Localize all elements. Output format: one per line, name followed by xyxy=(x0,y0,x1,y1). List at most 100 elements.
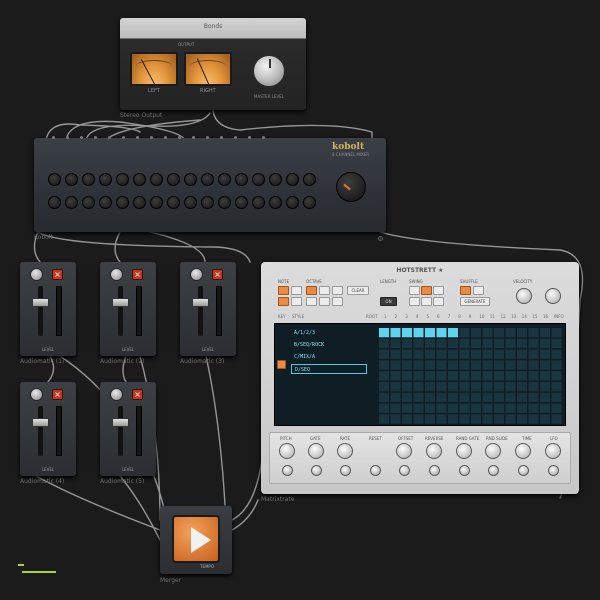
step-cell[interactable] xyxy=(413,382,424,392)
step-cell[interactable] xyxy=(540,414,550,424)
step-cell[interactable] xyxy=(517,382,527,392)
power-icon[interactable]: × xyxy=(52,269,63,280)
clear-button[interactable]: CLEAR xyxy=(347,286,369,295)
step-cell[interactable] xyxy=(413,392,424,403)
pitch-mod-knob[interactable] xyxy=(282,465,293,476)
step-cell-active[interactable] xyxy=(413,328,424,338)
step-cell[interactable] xyxy=(482,414,493,424)
step-cell[interactable] xyxy=(459,349,470,359)
step-cell[interactable] xyxy=(528,392,539,403)
step-cell[interactable] xyxy=(528,360,539,370)
step-cell[interactable] xyxy=(436,349,447,359)
step-cell[interactable] xyxy=(436,338,447,349)
step-cell[interactable] xyxy=(540,360,550,370)
step-cell[interactable] xyxy=(505,382,516,392)
step-cell[interactable] xyxy=(390,371,401,381)
step-cell[interactable] xyxy=(459,338,470,349)
lfo-mod-knob[interactable] xyxy=(548,465,559,476)
step-cell[interactable] xyxy=(494,392,504,403)
rand-gate-mod-knob[interactable] xyxy=(459,465,470,476)
step-cell[interactable] xyxy=(402,371,412,381)
step-cell[interactable] xyxy=(505,414,516,424)
step-cell[interactable] xyxy=(402,360,412,370)
step-cell[interactable] xyxy=(448,403,458,413)
step-cell[interactable] xyxy=(482,360,493,370)
step-cell[interactable] xyxy=(448,392,458,403)
step-cell[interactable] xyxy=(390,360,401,370)
power-icon[interactable]: × xyxy=(212,269,223,280)
gain-knob[interactable] xyxy=(30,268,43,281)
step-cell[interactable] xyxy=(379,392,389,403)
step-cell[interactable] xyxy=(494,338,504,349)
step-cell[interactable] xyxy=(517,328,527,338)
level-fader[interactable] xyxy=(192,298,209,307)
step-cell[interactable] xyxy=(494,382,504,392)
mixer-master-knob[interactable] xyxy=(336,172,366,202)
step-cell[interactable] xyxy=(528,349,539,359)
step-cell[interactable] xyxy=(505,403,516,413)
step-cell[interactable] xyxy=(459,371,470,381)
step-cell-active[interactable] xyxy=(379,328,389,338)
step-cell[interactable] xyxy=(528,382,539,392)
step-cell[interactable] xyxy=(494,414,504,424)
step-cell[interactable] xyxy=(551,382,562,392)
stereo-output-device[interactable]: Bonds OUTPUT LEFT RIGHT MASTER LEVEL xyxy=(120,18,306,110)
offset-knob[interactable] xyxy=(396,443,412,459)
step-cell[interactable] xyxy=(528,414,539,424)
step-cell[interactable] xyxy=(551,371,562,381)
level-knob[interactable] xyxy=(545,288,561,304)
step-cell[interactable] xyxy=(528,328,539,338)
shuffle-button-1[interactable] xyxy=(460,286,471,295)
step-cell[interactable] xyxy=(379,403,389,413)
step-cell[interactable] xyxy=(436,360,447,370)
step-cell[interactable] xyxy=(540,403,550,413)
pitch-knob[interactable] xyxy=(279,443,295,459)
note-button-4[interactable] xyxy=(291,297,302,306)
gain-knob[interactable] xyxy=(110,268,123,281)
step-cell[interactable] xyxy=(459,414,470,424)
kobolt-close-icon[interactable] xyxy=(378,236,383,241)
octave-button-5[interactable] xyxy=(319,297,330,306)
step-cell[interactable] xyxy=(471,392,481,403)
step-cell[interactable] xyxy=(448,414,458,424)
gate-mod-knob[interactable] xyxy=(311,465,322,476)
shuffle-button-2[interactable] xyxy=(473,286,484,295)
step-cell[interactable] xyxy=(551,338,562,349)
step-cell[interactable] xyxy=(517,403,527,413)
swing-button-6[interactable] xyxy=(433,297,444,306)
step-cell[interactable] xyxy=(517,392,527,403)
step-cell-active[interactable] xyxy=(425,328,435,338)
step-cell[interactable] xyxy=(459,382,470,392)
generate-button[interactable]: GENERATE xyxy=(460,297,490,306)
step-cell[interactable] xyxy=(402,382,412,392)
pattern-item[interactable]: C/MIX/A xyxy=(291,352,367,362)
note-button-3[interactable] xyxy=(278,297,289,306)
lfo-knob[interactable] xyxy=(545,443,561,459)
step-cell[interactable] xyxy=(436,382,447,392)
power-icon[interactable]: × xyxy=(132,269,143,280)
audiomatic-5[interactable]: × LEVEL xyxy=(100,382,156,476)
step-cell[interactable] xyxy=(413,403,424,413)
rand-gate-knob[interactable] xyxy=(456,443,472,459)
step-cell[interactable] xyxy=(482,382,493,392)
step-cell[interactable] xyxy=(505,338,516,349)
step-cell[interactable] xyxy=(436,371,447,381)
step-cell[interactable] xyxy=(517,414,527,424)
step-cell[interactable] xyxy=(436,403,447,413)
step-cell[interactable] xyxy=(379,414,389,424)
kobolt-mixer[interactable]: kobolt 8 CHANNEL MIXER xyxy=(34,136,386,232)
step-cell[interactable] xyxy=(413,360,424,370)
swing-button-1[interactable] xyxy=(409,286,420,295)
gain-knob[interactable] xyxy=(110,388,123,401)
step-cell[interactable] xyxy=(459,328,470,338)
step-cell[interactable] xyxy=(551,328,562,338)
play-button[interactable] xyxy=(172,515,220,563)
step-cell[interactable] xyxy=(413,371,424,381)
merger-device[interactable]: TEMPO xyxy=(160,506,232,574)
step-cell[interactable] xyxy=(425,371,435,381)
step-cell[interactable] xyxy=(482,371,493,381)
level-fader[interactable] xyxy=(32,418,49,427)
swing-button-3[interactable] xyxy=(433,286,444,295)
step-cell[interactable] xyxy=(482,338,493,349)
rnd-slide-mod-knob[interactable] xyxy=(488,465,499,476)
